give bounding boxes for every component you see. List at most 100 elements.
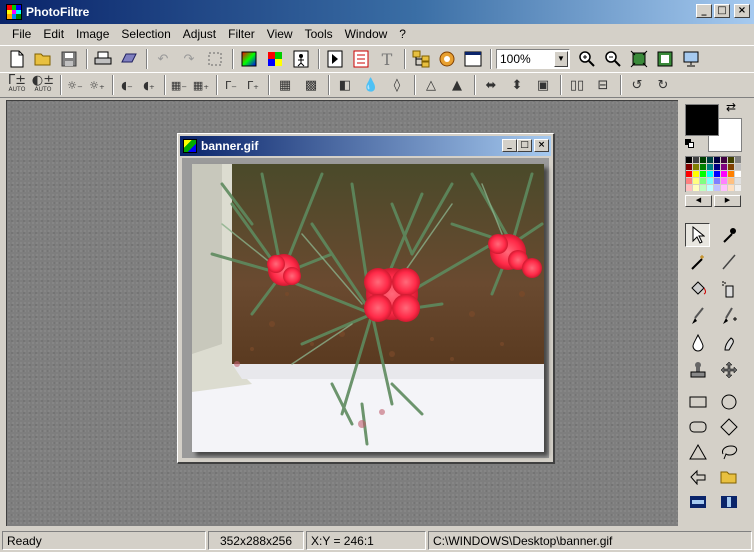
menu-help[interactable]: ? — [393, 27, 412, 41]
color-swatch[interactable] — [721, 185, 728, 192]
automation-icon[interactable] — [290, 48, 312, 70]
flip-horizontal-icon[interactable]: ⬌ — [480, 74, 502, 96]
color-swatch[interactable] — [707, 171, 714, 178]
blur-icon[interactable]: 💧 — [360, 74, 382, 96]
actual-size-icon[interactable] — [654, 48, 676, 70]
palette-prev-button[interactable]: ◀ — [685, 195, 712, 207]
color-swatch[interactable] — [686, 178, 693, 185]
batch-icon[interactable] — [350, 48, 372, 70]
color-swatch[interactable] — [728, 157, 735, 164]
sharpen-icon[interactable]: ◊ — [386, 74, 408, 96]
contrast-plus-icon[interactable]: ◖₊ — [140, 74, 158, 96]
finger-smudge-icon[interactable] — [716, 331, 741, 355]
polygon-shape-icon[interactable] — [685, 465, 710, 489]
color-swatch[interactable] — [707, 178, 714, 185]
select-all-icon[interactable] — [204, 48, 226, 70]
color-swatch[interactable] — [700, 171, 707, 178]
diamond-shape-icon[interactable] — [716, 415, 741, 439]
rotate-right-icon[interactable]: ↻ — [652, 74, 674, 96]
new-file-icon[interactable] — [6, 48, 28, 70]
close-button[interactable]: × — [734, 4, 750, 18]
fullscreen-icon[interactable] — [680, 48, 702, 70]
chevron-down-icon[interactable]: ▼ — [554, 51, 568, 67]
color-swatch[interactable] — [707, 164, 714, 171]
photofiltre-app-icon[interactable] — [6, 4, 22, 20]
color-swatch[interactable] — [686, 185, 693, 192]
emboss-icon[interactable]: ▣ — [532, 74, 554, 96]
color-swatch[interactable] — [728, 171, 735, 178]
brightness-minus-icon[interactable]: ☼₋ — [66, 74, 84, 96]
document-close-button[interactable]: × — [534, 139, 549, 152]
triangle-shape-icon[interactable] — [685, 440, 710, 464]
mosaic-filter-icon[interactable]: ▩ — [300, 74, 322, 96]
selection-mode-vertical-icon[interactable] — [716, 490, 741, 514]
flip-icon[interactable]: ⊟ — [592, 74, 614, 96]
undo-icon[interactable]: ↶ — [152, 48, 174, 70]
color-swatch[interactable] — [714, 157, 721, 164]
redo-icon[interactable]: ↷ — [178, 48, 200, 70]
flip-vertical-icon[interactable]: ⬍ — [506, 74, 528, 96]
reset-colors-icon[interactable] — [685, 139, 695, 149]
color-swatch[interactable] — [721, 178, 728, 185]
maximize-button[interactable]: □ — [714, 4, 730, 18]
rounded-rect-shape-icon[interactable] — [685, 415, 710, 439]
gamma-minus-icon[interactable]: Γ₋ — [222, 74, 240, 96]
color-swatch[interactable] — [693, 157, 700, 164]
mirror-icon[interactable]: ▯▯ — [566, 74, 588, 96]
color-swatch[interactable] — [707, 157, 714, 164]
document-window[interactable]: banner.gif _ □ × — [177, 133, 555, 464]
zoom-in-icon[interactable] — [576, 48, 598, 70]
color-swatch[interactable] — [735, 171, 742, 178]
color-swatch[interactable] — [714, 164, 721, 171]
color-swatch[interactable] — [721, 164, 728, 171]
color-swatch[interactable] — [693, 171, 700, 178]
gradient-icon[interactable] — [238, 48, 260, 70]
color-swatch[interactable] — [735, 185, 742, 192]
foreground-color-swatch[interactable] — [685, 104, 719, 136]
color-swatch[interactable] — [700, 157, 707, 164]
soften-icon[interactable]: △ — [420, 74, 442, 96]
color-swatch[interactable] — [693, 178, 700, 185]
color-swatch[interactable] — [728, 178, 735, 185]
plugin-icon[interactable] — [436, 48, 458, 70]
line-tool-icon[interactable] — [716, 250, 741, 274]
ellipse-shape-icon[interactable] — [716, 390, 741, 414]
rectangle-shape-icon[interactable] — [685, 390, 710, 414]
blur-drop-icon[interactable] — [685, 331, 710, 355]
color-swatch[interactable] — [714, 185, 721, 192]
menu-tools[interactable]: Tools — [299, 27, 339, 41]
color-swatch[interactable] — [735, 178, 742, 185]
gamma-plus-icon[interactable]: Γ₊ — [244, 74, 262, 96]
color-swatch[interactable] — [721, 171, 728, 178]
rotate-left-icon[interactable]: ↺ — [626, 74, 648, 96]
window-icon[interactable] — [462, 48, 484, 70]
color-swatch[interactable] — [700, 178, 707, 185]
magic-wand-icon[interactable] — [685, 250, 710, 274]
menu-selection[interactable]: Selection — [115, 27, 176, 41]
document-title-bar[interactable]: banner.gif _ □ × — [180, 136, 551, 156]
fit-image-icon[interactable] — [628, 48, 650, 70]
color-swatch[interactable] — [700, 185, 707, 192]
scanner-icon[interactable] — [118, 48, 140, 70]
clone-stamp-icon[interactable] — [685, 358, 710, 382]
open-image-folder-icon[interactable] — [716, 465, 741, 489]
color-grid-icon[interactable] — [264, 48, 286, 70]
print-icon[interactable] — [92, 48, 114, 70]
menu-edit[interactable]: Edit — [37, 27, 70, 41]
explorer-icon[interactable] — [410, 48, 432, 70]
save-disk-icon[interactable] — [58, 48, 80, 70]
advanced-brush-icon[interactable] — [716, 304, 741, 328]
lasso-shape-icon[interactable] — [716, 440, 741, 464]
run-script-icon[interactable] — [324, 48, 346, 70]
color-swatch[interactable] — [714, 178, 721, 185]
pointer-tool-icon[interactable] — [685, 223, 710, 247]
open-folder-icon[interactable] — [32, 48, 54, 70]
zoom-select[interactable]: 100% ▼ — [496, 49, 570, 69]
auto-levels-icon[interactable]: ◐± AUTO — [32, 74, 54, 96]
color-swatch[interactable] — [693, 164, 700, 171]
document-minimize-button[interactable]: _ — [502, 139, 517, 152]
menu-file[interactable]: File — [6, 27, 37, 41]
menu-filter[interactable]: Filter — [222, 27, 261, 41]
swap-colors-icon[interactable]: ⇄ — [726, 100, 736, 114]
color-swatch[interactable] — [686, 171, 693, 178]
